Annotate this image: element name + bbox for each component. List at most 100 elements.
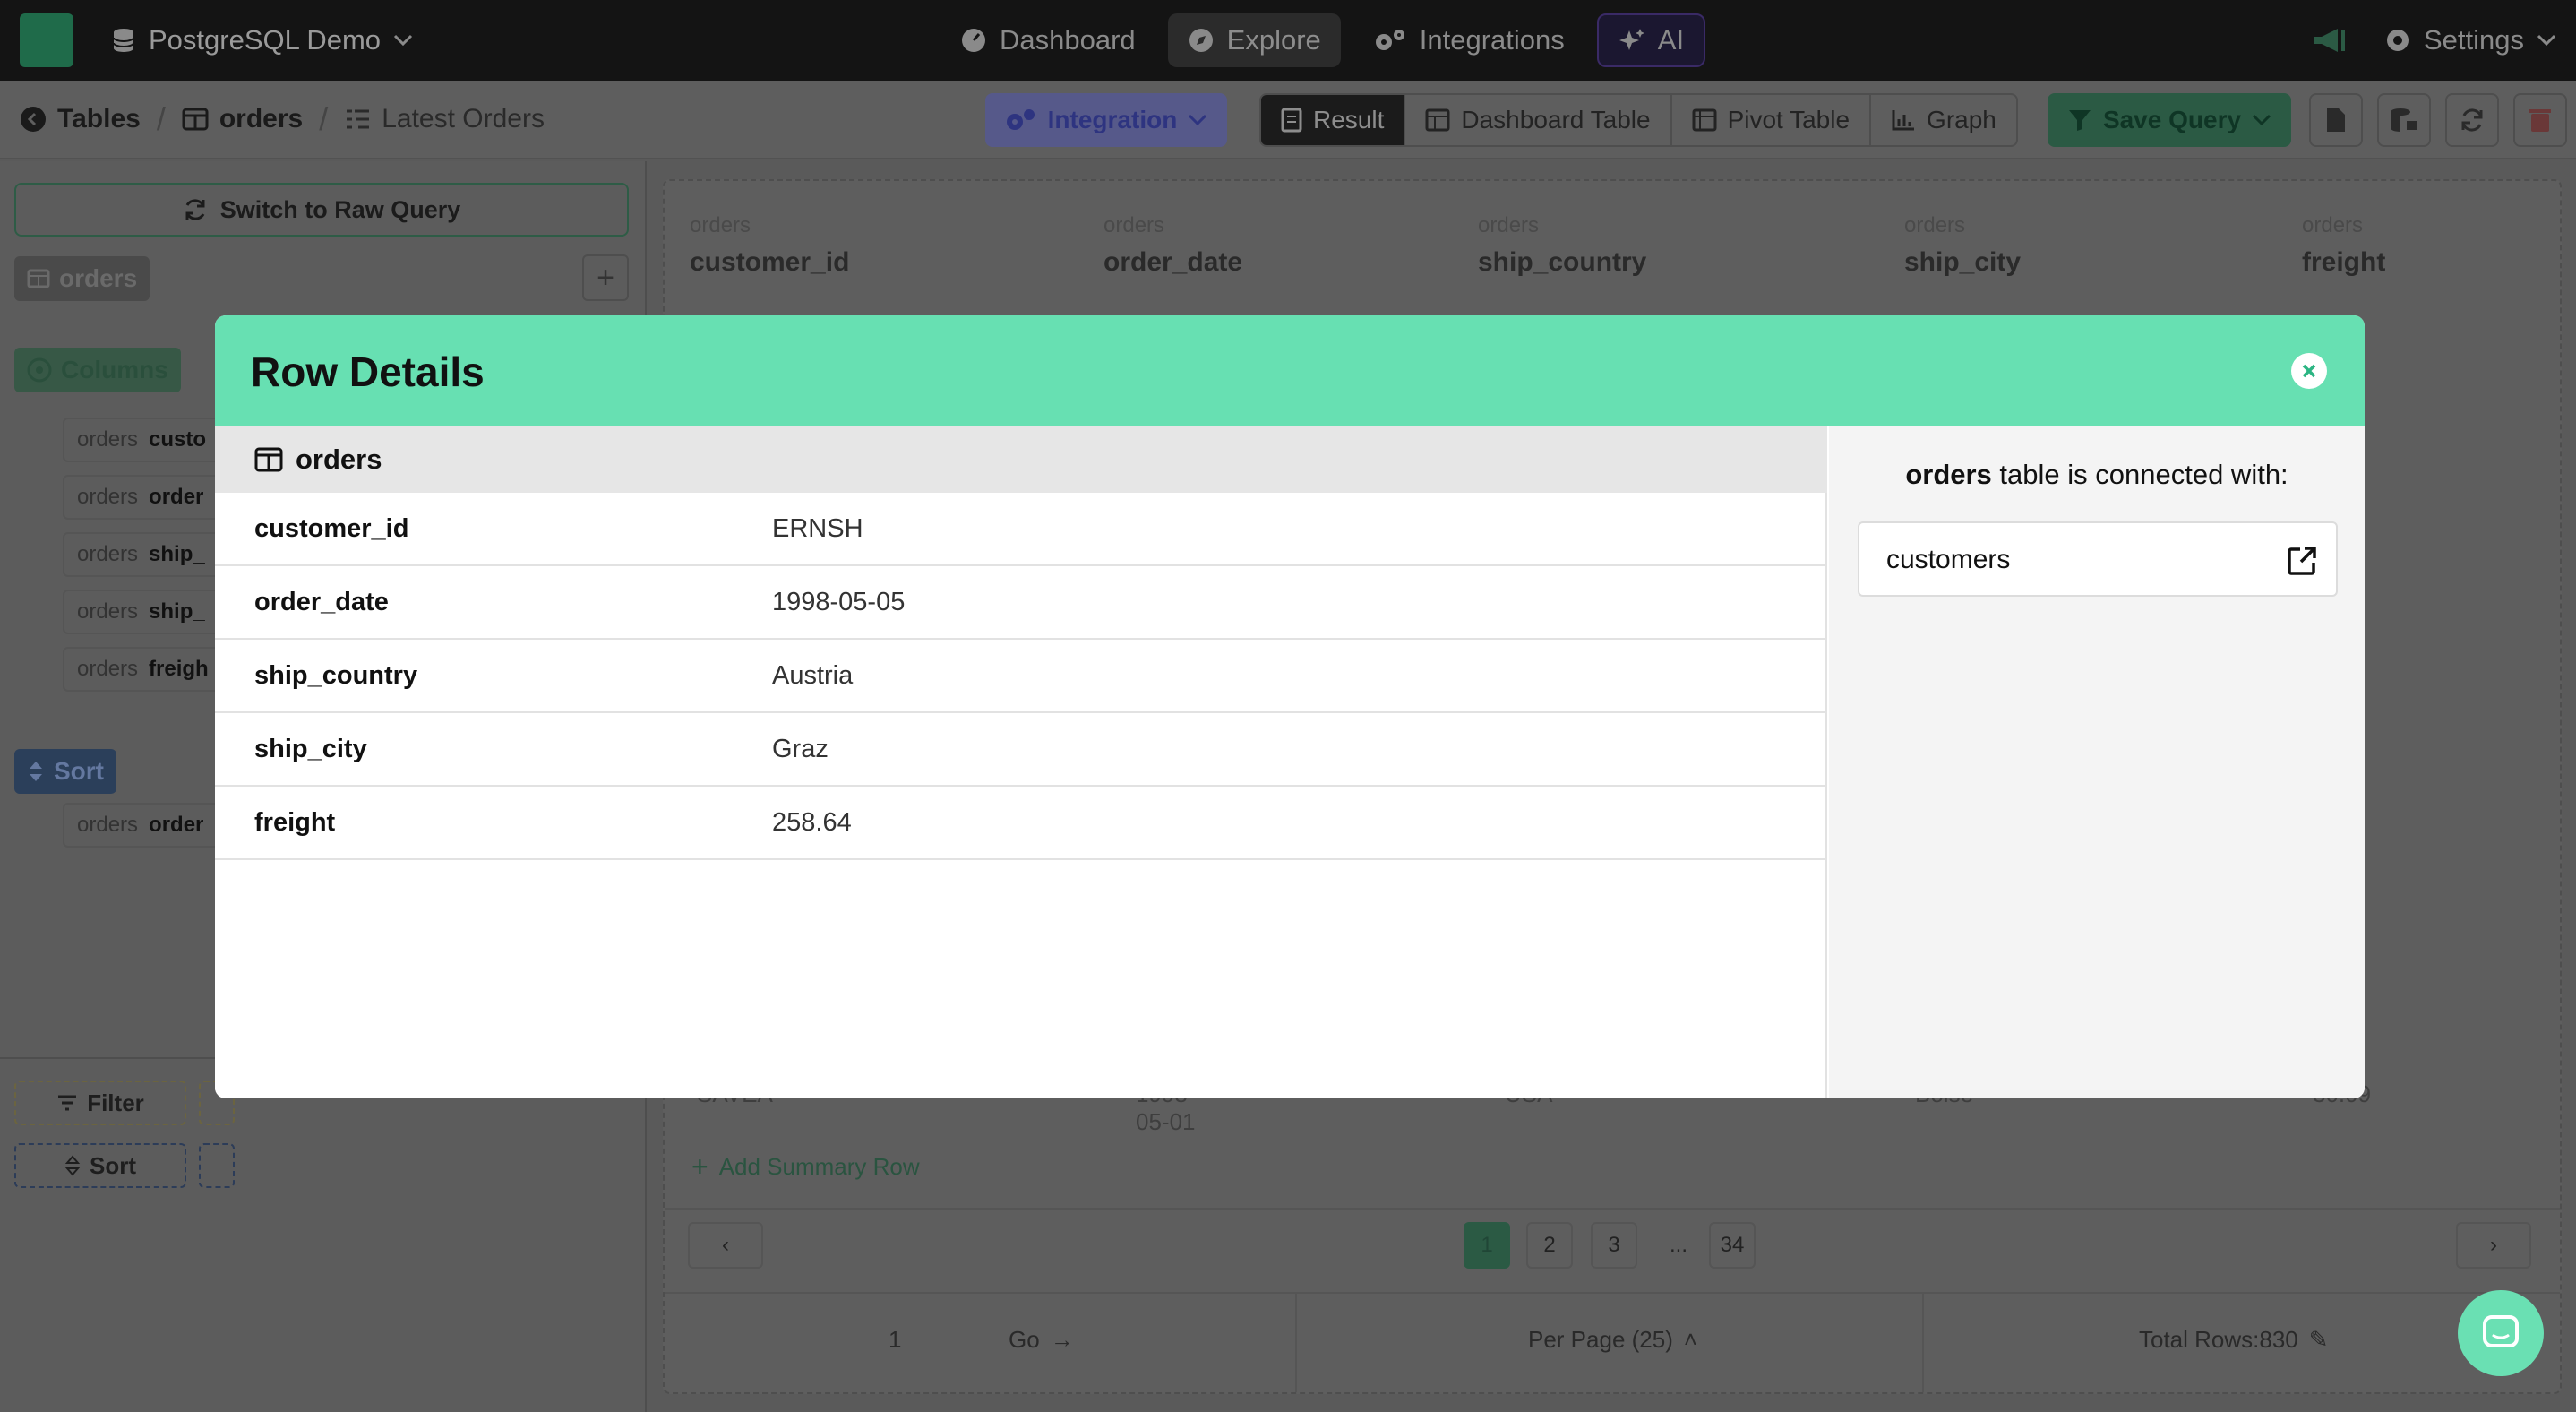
column-header-table: orders <box>1478 213 1540 237</box>
database-export-button[interactable] <box>2377 93 2431 147</box>
save-query-button[interactable]: Save Query <box>2048 93 2291 147</box>
table-icon <box>27 269 50 288</box>
plus-icon: + <box>691 1150 708 1183</box>
column-table: orders <box>77 657 139 681</box>
table-chip-orders[interactable]: orders <box>14 256 150 301</box>
tab-result-label: Result <box>1313 106 1385 133</box>
delete-button[interactable] <box>2513 93 2567 147</box>
database-icon <box>113 29 134 52</box>
columns-section[interactable]: Columns <box>14 348 181 392</box>
detail-row: order_date 1998-05-05 <box>215 566 1827 640</box>
per-page-selector[interactable]: Per Page (25) ˄ <box>1528 1326 1697 1354</box>
filter-icon <box>2068 110 2091 131</box>
detail-value: 1998-05-05 <box>772 588 906 616</box>
row-details-list: orders customer_id ERNSH order_date 1998-0… <box>215 426 1827 1098</box>
add-table-button[interactable]: + <box>582 254 629 301</box>
go-button[interactable]: Go → <box>1009 1326 1074 1354</box>
page-button[interactable]: 3 <box>1591 1222 1637 1269</box>
export-file-button[interactable] <box>2309 93 2363 147</box>
column-header[interactable]: orders ship_country <box>1478 213 1646 278</box>
column-header-name: ship_city <box>1904 247 2022 277</box>
detail-key: order_date <box>254 588 389 616</box>
column-header-table: orders <box>690 213 751 237</box>
tab-dashboard[interactable]: Dashboard <box>940 13 1155 67</box>
toolbar-icons <box>2309 93 2567 147</box>
tab-integrations[interactable]: Integrations <box>1353 13 1584 67</box>
connected-text: table is connected with: <box>1999 459 2288 490</box>
add-summary-row-label: Add Summary Row <box>718 1153 920 1180</box>
page-ellipsis: ... <box>1655 1222 1702 1269</box>
back-arrow-icon <box>21 107 46 132</box>
column-header[interactable]: orders freight <box>2302 213 2385 278</box>
chevron-up-icon: ˄ <box>1683 1326 1698 1353</box>
table-chip-label: orders <box>59 264 138 292</box>
pivot-icon <box>1692 108 1717 132</box>
add-sort-label: Sort <box>90 1151 136 1179</box>
column-header[interactable]: orders ship_city <box>1904 213 2021 278</box>
chevron-down-icon <box>393 34 413 47</box>
settings-menu[interactable]: Settings <box>2384 24 2556 56</box>
page-button[interactable]: 1 <box>1464 1222 1510 1269</box>
plus-icon: + <box>597 260 614 295</box>
integration-button[interactable]: Integration <box>985 93 1227 147</box>
tab-pivot-table[interactable]: Pivot Table <box>1672 95 1872 145</box>
switch-raw-query-button[interactable]: Switch to Raw Query <box>14 183 629 237</box>
page-button[interactable]: 34 <box>1709 1222 1756 1269</box>
tab-graph[interactable]: Graph <box>1871 95 2016 145</box>
chat-launcher-button[interactable] <box>2458 1290 2544 1376</box>
eye-icon <box>27 357 52 383</box>
list-filter-icon <box>347 109 370 129</box>
app-logo[interactable] <box>20 13 73 67</box>
breadcrumb-tables[interactable]: Tables <box>20 104 141 134</box>
breadcrumb: Tables / orders / Latest Orders <box>20 100 545 138</box>
add-summary-row-button[interactable]: + Add Summary Row <box>691 1150 920 1184</box>
total-rows: Total Rows:830 ✎ <box>2139 1326 2329 1354</box>
switch-raw-query-label: Switch to Raw Query <box>219 195 461 223</box>
page-number: 3 <box>1608 1233 1620 1257</box>
top-nav: PostgreSQL Demo Dashboard Explore Integr… <box>0 0 2576 81</box>
next-page-button[interactable]: › <box>2456 1222 2531 1269</box>
column-header[interactable]: orders order_date <box>1103 213 1242 278</box>
integration-label: Integration <box>1047 106 1178 133</box>
page-button[interactable]: 2 <box>1526 1222 1573 1269</box>
trash-icon <box>2529 109 2551 132</box>
sort-secondary-button[interactable] <box>199 1143 235 1188</box>
tab-ai[interactable]: AI <box>1596 13 1706 67</box>
connected-table-link[interactable]: customers <box>1858 521 2338 597</box>
breadcrumb-orders[interactable]: orders <box>182 104 303 134</box>
table-icon <box>182 108 209 131</box>
refresh-button[interactable] <box>2445 93 2499 147</box>
goto-page-input[interactable]: 1 <box>889 1326 901 1354</box>
column-table: orders <box>77 485 139 509</box>
breadcrumb-orders-label: orders <box>219 104 304 133</box>
page-number: 1 <box>1481 1233 1493 1257</box>
tab-explore-label: Explore <box>1226 24 1321 56</box>
tab-result[interactable]: Result <box>1261 95 1406 145</box>
tab-dashboard-table-label: Dashboard Table <box>1461 106 1651 133</box>
swap-icon <box>185 199 205 220</box>
column-name: ship_ <box>149 599 205 624</box>
edit-icon[interactable]: ✎ <box>2309 1326 2329 1354</box>
arrow-right-icon: → <box>1050 1326 1074 1353</box>
row-details-modal: Row Details orders customer_id ERNSH orde… <box>215 315 2365 1098</box>
details-table-header: orders <box>215 426 1827 493</box>
close-modal-button[interactable] <box>2291 353 2327 389</box>
settings-label: Settings <box>2423 24 2524 56</box>
detail-value: Graz <box>772 735 829 763</box>
add-sort-button[interactable]: Sort <box>14 1143 186 1188</box>
megaphone-icon[interactable] <box>2311 26 2348 55</box>
sort-section[interactable]: Sort <box>14 749 116 794</box>
refresh-icon <box>2461 108 2483 132</box>
tab-dashboard-table[interactable]: Dashboard Table <box>1405 95 1672 145</box>
connected-tables-heading: orders table is connected with: <box>1829 459 2365 491</box>
prev-page-button[interactable]: ‹ <box>688 1222 763 1269</box>
tab-integrations-label: Integrations <box>1419 24 1565 56</box>
tab-ai-label: AI <box>1657 24 1685 56</box>
add-filter-button[interactable]: Filter <box>14 1081 186 1125</box>
detail-row: ship_city Graz <box>215 713 1827 787</box>
tab-explore[interactable]: Explore <box>1167 13 1341 67</box>
database-selector[interactable]: PostgreSQL Demo <box>111 22 413 59</box>
column-header[interactable]: orders customer_id <box>690 213 849 278</box>
external-link-icon[interactable] <box>2286 545 2318 577</box>
save-query-label: Save Query <box>2102 106 2242 133</box>
